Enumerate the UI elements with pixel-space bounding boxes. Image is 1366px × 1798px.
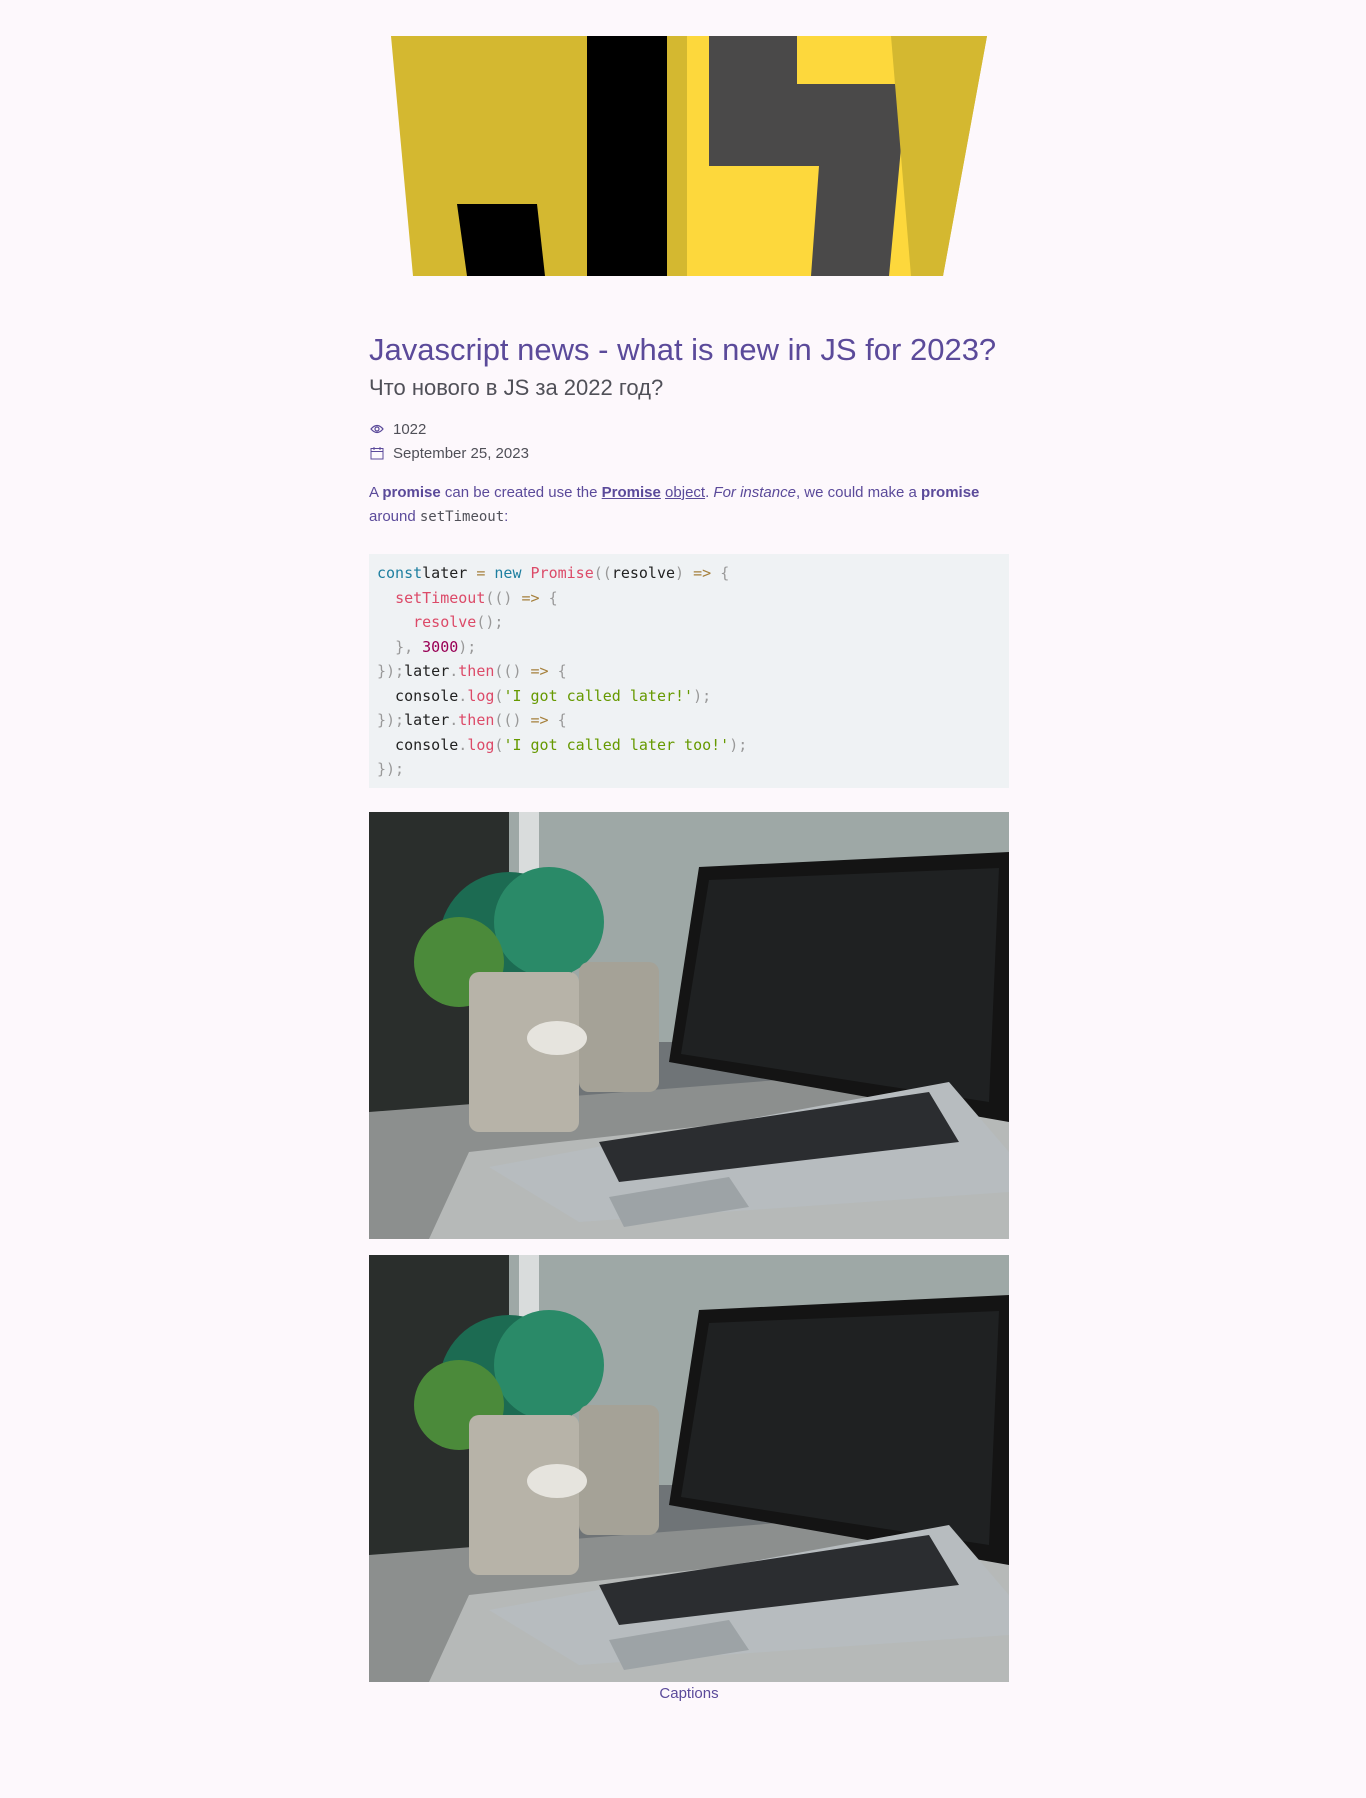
code-line: console.log('I got called later!'); [377,686,712,705]
code-line: }); [377,760,405,778]
eye-icon [369,421,385,437]
intro-text: can be created use the [440,484,602,501]
article-photo [369,811,1009,1239]
calendar-icon [369,445,385,461]
hero-image [391,36,987,276]
intro-bold-promise: promise [382,484,441,501]
intro-paragraph: A promise can be created use the Promise… [369,481,1009,529]
intro-bold-promise: promise [921,484,980,501]
article-photo [369,1254,1009,1682]
publish-date: September 25, 2023 [393,444,529,462]
code-line: console.log('I got called later too!'); [377,735,748,754]
code-line: resolve(); [413,613,504,631]
image-caption: Captions [659,1684,719,1702]
code-line: }, 3000); [395,637,477,656]
code-line: setTimeout(() => { [395,588,558,607]
code-line: constlater = new Promise((resolve) => { [377,564,730,582]
code-line: });later.then(() => { [377,662,567,680]
intro-text: : [504,508,509,525]
object-link[interactable]: object [665,484,705,501]
views-count: 1022 [393,420,427,438]
code-line: });later.then(() => { [377,711,567,729]
intro-text: A [369,484,383,501]
intro-text: , we could make a [795,484,922,501]
date-row: September 25, 2023 [369,441,1009,465]
views-row: 1022 [369,417,1009,441]
js-logo-icon [391,36,987,276]
article-meta: 1022 September 25, 2023 [369,417,1009,465]
promise-link[interactable]: Promise [602,484,661,501]
intro-text: around [369,508,420,525]
article: Javascript news - what is new in JS for … [369,36,1009,1702]
code-block: constlater = new Promise((resolve) => { … [369,554,1009,788]
intro-italic: For instance [713,484,796,501]
article-title: Javascript news - what is new in JS for … [369,332,997,367]
inline-code: setTimeout [419,509,505,525]
article-subtitle: Что нового в JS за 2022 год? [369,375,664,400]
